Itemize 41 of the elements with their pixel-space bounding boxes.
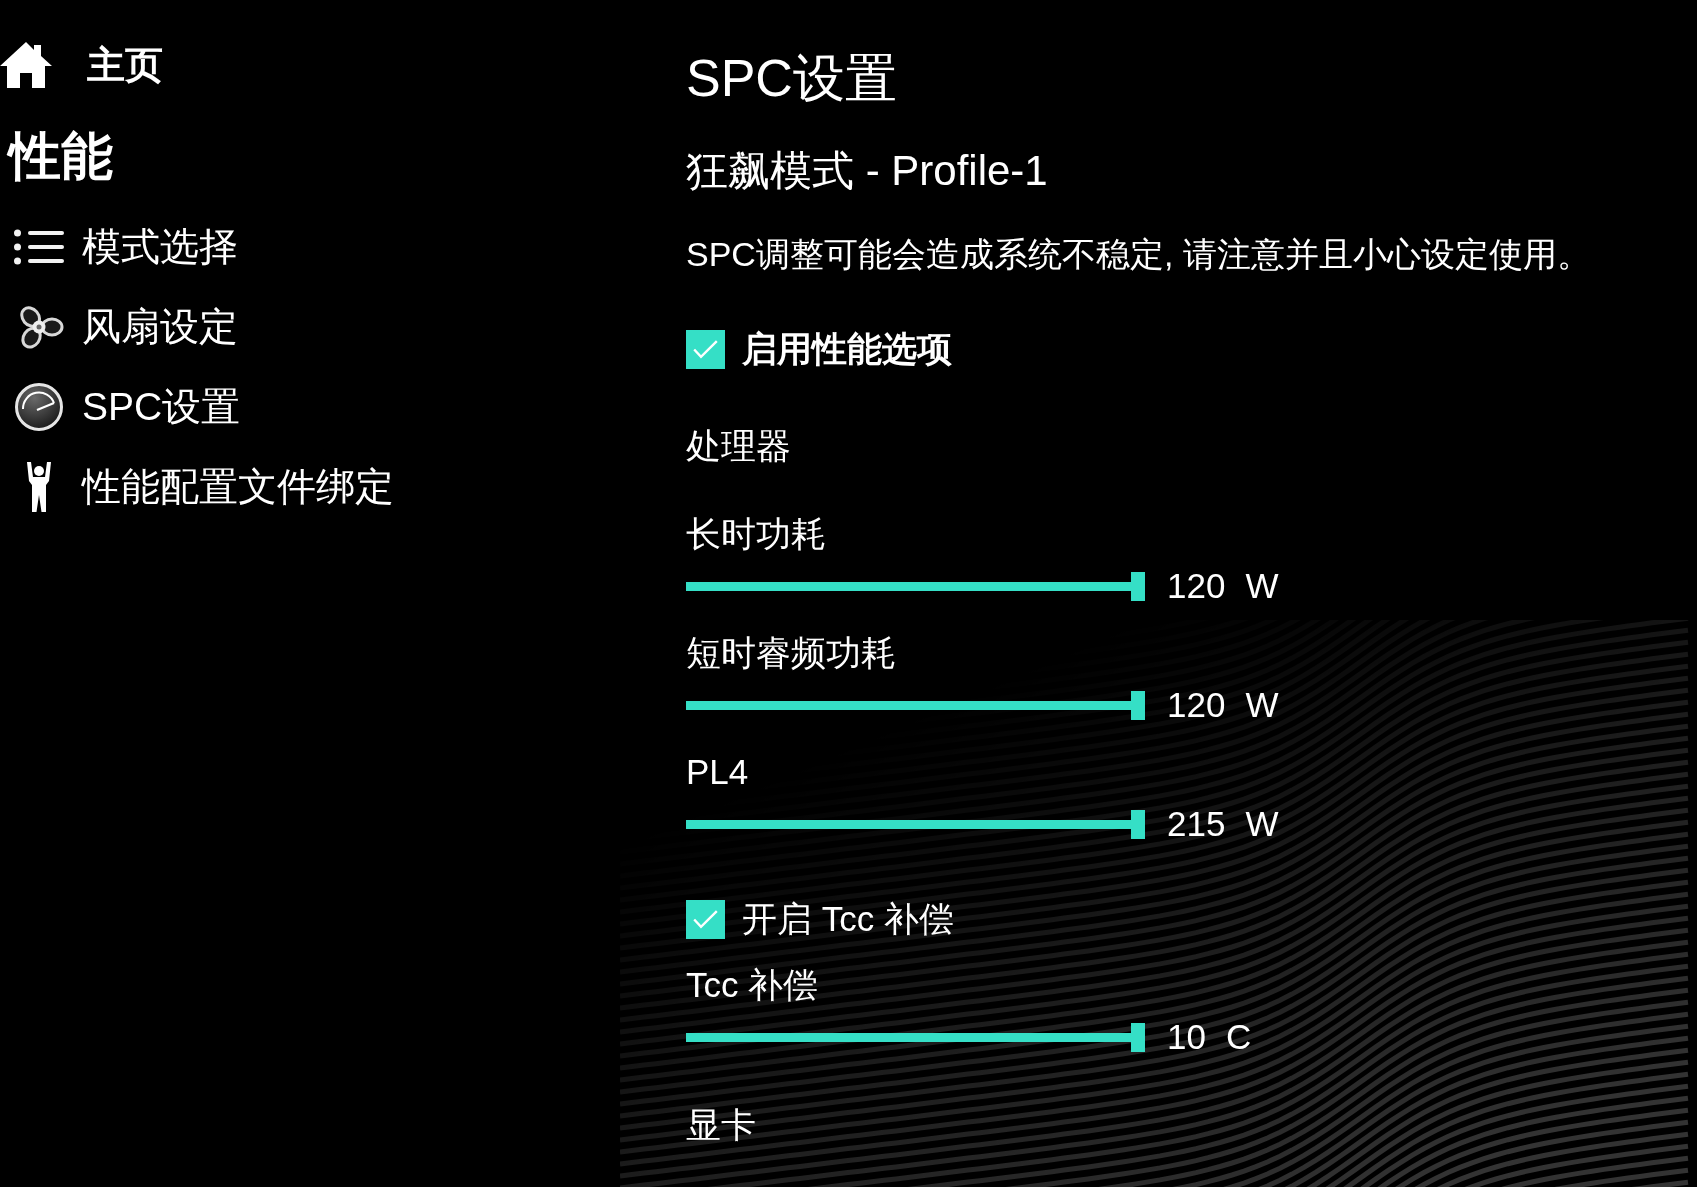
slider-track[interactable] [686, 1022, 1145, 1052]
slider-track[interactable] [686, 809, 1145, 839]
slider-thumb[interactable] [1131, 809, 1145, 839]
home-nav-item[interactable]: 主页 [0, 41, 163, 89]
checkmark-icon [693, 909, 718, 929]
slider-value: 10 [1167, 1016, 1206, 1058]
profile-name: 狂飙模式 - Profile-1 [686, 146, 1048, 196]
sidebar-item[interactable]: SPC设置 [0, 379, 241, 435]
checkmark-icon [693, 339, 718, 359]
slider-track[interactable] [686, 690, 1145, 720]
section-title: 性能 [0, 126, 113, 186]
slider-thumb[interactable] [1131, 571, 1145, 601]
slider-label: 长时功耗 [686, 513, 826, 555]
slider-label: 短时睿频功耗 [686, 632, 896, 674]
page-title: SPC设置 [686, 48, 897, 108]
person-arms-raised-icon [25, 462, 53, 512]
checkbox[interactable] [686, 899, 725, 939]
checkbox[interactable] [686, 329, 725, 369]
slider-thumb[interactable] [1131, 690, 1145, 720]
slider-value: 215 [1167, 803, 1226, 845]
home-icon [0, 41, 52, 89]
section-heading: 处理器 [686, 425, 791, 467]
slider-label: PL4 [686, 751, 749, 793]
gauge-icon [15, 383, 63, 431]
checkbox-label: 开启 Tcc 补偿 [742, 898, 954, 940]
section-heading: 显卡 [686, 1104, 756, 1146]
unit-label: C [1225, 1016, 1252, 1058]
sidebar-item[interactable]: 风扇设定 [0, 299, 238, 355]
sidebar-item[interactable]: 模式选择 [0, 219, 238, 275]
list-icon [14, 229, 64, 265]
unit-label: W [1245, 803, 1279, 845]
slider-track[interactable] [686, 571, 1145, 601]
unit-label: W [1245, 684, 1279, 726]
slider-value: 120 [1167, 565, 1226, 607]
slider-value: 120 [1167, 684, 1226, 726]
warning-text: SPC调整可能会造成系统不稳定, 请注意并且小心设定使用。 [686, 234, 1591, 275]
slider-thumb[interactable] [1131, 1022, 1145, 1052]
sidebar-item[interactable]: 性能配置文件绑定 [0, 459, 394, 515]
slider-label: Tcc 补偿 [686, 964, 819, 1006]
checkbox-label: 启用性能选项 [742, 328, 952, 370]
unit-label: W [1245, 565, 1279, 607]
